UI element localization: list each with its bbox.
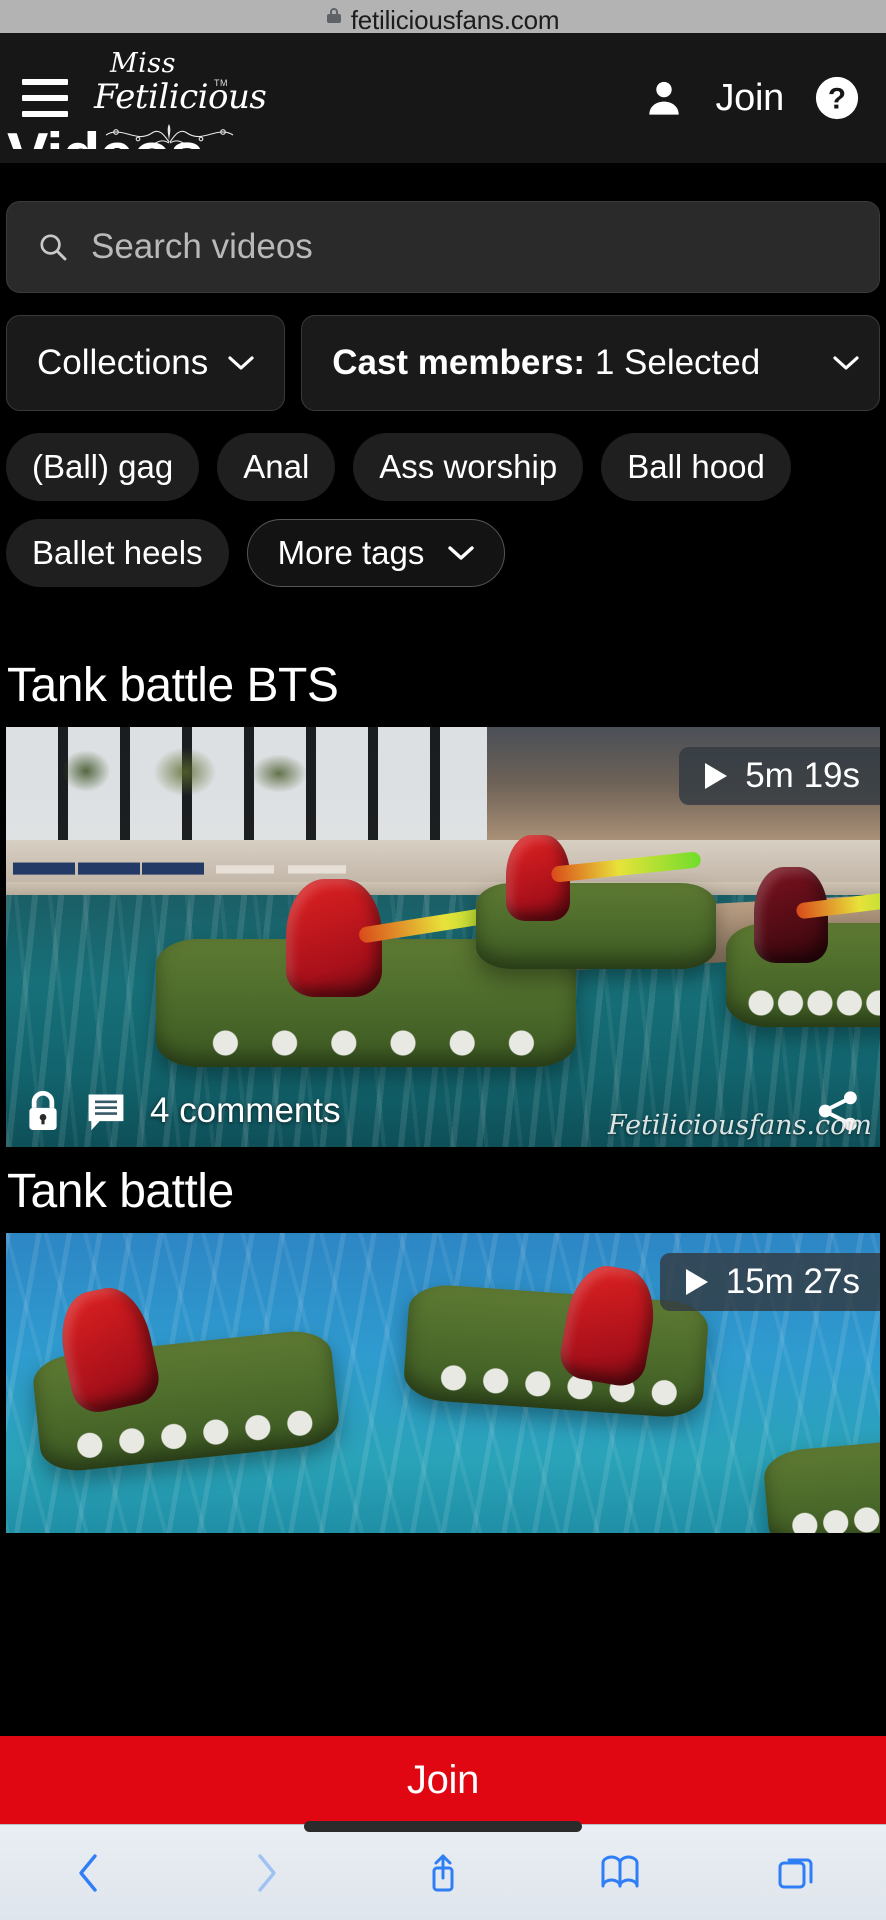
app-root: fetiliciousfans.com Miss Fetilicious TM [0, 0, 886, 1920]
tag-pill[interactable]: Ballet heels [6, 519, 229, 587]
lock-icon [29, 1090, 57, 1130]
home-indicator [304, 1821, 582, 1832]
cast-members-dropdown[interactable]: Cast members: 1 Selected [301, 315, 880, 411]
duration-text: 15m 27s [725, 1261, 860, 1301]
header-actions: Join ? [643, 75, 864, 121]
join-link[interactable]: Join [715, 77, 784, 120]
question-mark-icon[interactable]: ? [814, 75, 860, 121]
search-input[interactable] [91, 227, 849, 267]
cast-members-text: Cast members: 1 Selected [332, 343, 760, 383]
chevron-left-icon [78, 1853, 97, 1892]
more-tags-label: More tags [277, 534, 425, 571]
video-thumbnail[interactable]: 15m 27s [6, 1232, 880, 1533]
tag-pill[interactable]: Ball hood [601, 433, 791, 501]
browser-bottom-toolbar [0, 1824, 886, 1920]
collections-dropdown[interactable]: Collections [6, 315, 286, 411]
video-title: Tank battle BTS [7, 659, 339, 712]
video-list: Tank battle BTS 5m 19s 4 comments Fetili… [6, 659, 880, 1533]
video-title: Tank battle [7, 1164, 234, 1218]
search-bar[interactable] [6, 201, 880, 293]
brand-trademark: TM [214, 78, 228, 88]
svg-text:?: ? [828, 83, 846, 116]
video-duration-badge: 15m 27s [659, 1252, 880, 1311]
tag-filter-list: (Ball) gag Anal Ass worship Ball hood Ba… [6, 433, 880, 587]
more-tags-button[interactable]: More tags [246, 519, 506, 587]
browser-forward-button[interactable] [177, 1825, 354, 1920]
tag-pill[interactable]: Anal [217, 433, 336, 501]
video-card[interactable]: Tank battle 15m 27s [6, 1165, 880, 1533]
url-text: fetiliciousfans.com [350, 4, 560, 30]
user-icon[interactable] [643, 76, 685, 120]
browser-bookmarks-button[interactable] [532, 1825, 709, 1920]
join-cta-label: Join [406, 1757, 480, 1802]
share-up-icon [432, 1854, 454, 1891]
book-icon [601, 1855, 639, 1887]
chevron-down-icon [228, 356, 254, 370]
chevron-right-icon [258, 1853, 276, 1892]
duration-text: 5m 19s [745, 755, 860, 795]
browser-back-button[interactable] [0, 1825, 177, 1920]
play-icon [685, 1268, 708, 1295]
join-cta-bar[interactable]: Join [0, 1736, 886, 1824]
play-icon [705, 762, 728, 789]
browser-share-button[interactable] [354, 1825, 531, 1920]
comments-count[interactable]: 4 comments [150, 1091, 341, 1131]
search-icon [40, 234, 67, 261]
brand-line-1: Miss [110, 48, 176, 79]
video-card[interactable]: Tank battle BTS 5m 19s 4 comments Fetili… [6, 659, 880, 1147]
cast-members-value: 1 Selected [585, 343, 761, 382]
filter-row: Collections Cast members: 1 Selected [6, 315, 880, 411]
chevron-down-icon [448, 546, 475, 560]
video-watermark: Fetiliciousfans.com [607, 1109, 872, 1141]
tag-pill[interactable]: (Ball) gag [6, 433, 200, 501]
lock-icon [327, 7, 342, 24]
chevron-down-icon [833, 356, 859, 370]
page-title: Videos [6, 125, 880, 149]
hamburger-menu-icon[interactable] [22, 79, 68, 117]
tabs-icon [778, 1858, 813, 1888]
browser-url-bar[interactable]: fetiliciousfans.com [0, 0, 886, 33]
page-body: Videos Collections Cast members: 1 Selec… [0, 125, 886, 1920]
tag-pill[interactable]: Ass worship [353, 433, 584, 501]
brand-line-2: Fetilicious [94, 77, 267, 117]
comment-icon[interactable] [84, 1089, 128, 1133]
video-duration-badge: 5m 19s [679, 746, 880, 805]
cast-members-label: Cast members: [332, 343, 586, 382]
video-thumbnail[interactable]: 5m 19s 4 comments Fetiliciousfans.com [6, 726, 880, 1147]
collections-label: Collections [37, 343, 209, 382]
browser-tabs-button[interactable] [709, 1825, 886, 1920]
